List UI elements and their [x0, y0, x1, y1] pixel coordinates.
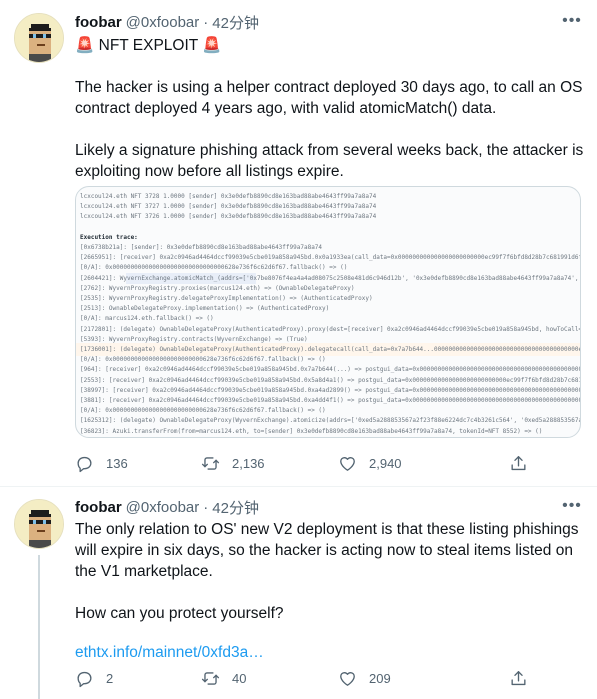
reply-count: 2 [106, 670, 114, 686]
punk-avatar-icon [15, 14, 63, 62]
separator-dot: · [203, 498, 209, 516]
like-button[interactable]: 209 [338, 669, 391, 688]
trace-line-text: [964]: [receiver] 0xa2c0946ad4464dccf990… [80, 366, 580, 374]
tweet-link[interactable]: ethtx.info/mainnet/0xfd3a… [75, 642, 585, 663]
trace-line-text: lcxcoul24.eth NFT 3726 1.0000 [sender] 0… [80, 213, 377, 221]
trace-line-text: [1736001]: (delegate) OwnableDelegatePro… [80, 346, 580, 353]
timestamp[interactable]: 42分钟 [212, 12, 259, 33]
trace-line-text: [0/A]: marcus124.eth.fallback() => () [80, 315, 214, 323]
avatar[interactable] [14, 13, 64, 63]
trace-line-text: [0/A]: 0x0000000000000000000000000628e73… [80, 407, 326, 415]
share-icon [511, 455, 526, 470]
retweet-button[interactable]: 40 [201, 669, 246, 688]
retweet-count: 2,136 [232, 455, 265, 471]
share-button[interactable] [509, 454, 528, 473]
avatar[interactable] [14, 499, 64, 549]
trace-line-text: Execution trace: [80, 233, 138, 241]
trace-line-text: lcxcoul24.eth NFT 3727 1.0000 [sender] 0… [80, 203, 377, 211]
like-icon [340, 456, 355, 471]
tweet-paragraph: Likely a signature phishing attack from … [75, 142, 584, 180]
like-icon [340, 671, 355, 686]
reply-count: 136 [106, 455, 128, 471]
trace-line-text: [2172801]: (delegate) OwnableDelegatePro… [80, 325, 580, 333]
police-light-icon: 🚨 [75, 37, 95, 54]
user-handle[interactable]: @0xfoobar [126, 14, 200, 31]
trace-line-text: lcxcoul24.eth NFT 3728 1.0000 [sender] 0… [80, 193, 377, 200]
display-name[interactable]: foobar [75, 14, 122, 31]
trace-line-text: [0/A]: 0x0000000000000000000000000628e73… [80, 356, 326, 364]
retweet-icon [201, 456, 220, 470]
action-bar: 136 2,136 2,940 [75, 453, 535, 473]
tweet-paragraph: The only relation to OS' new V2 deployme… [75, 521, 579, 580]
display-name[interactable]: foobar [75, 499, 122, 516]
trace-line-text: [2553]: [receiver] 0xa2c0946ad4464dccf99… [80, 376, 580, 384]
media-image-trace[interactable]: lcxcoul24.eth NFT 3728 1.0000 [sender] 0… [75, 186, 581, 438]
action-bar: 2 40 209 [75, 668, 535, 688]
tweet-header: foobar @0xfoobar · 42分钟 [75, 497, 259, 517]
tweet-title-line: 🚨 NFT EXPLOIT 🚨 [75, 35, 585, 56]
trace-line-text: [2513]: OwnableDelegateProxy.implementat… [80, 305, 330, 313]
tweet-paragraph: How can you protect yourself? [75, 605, 284, 622]
tweet-paragraph: The hacker is using a helper contract de… [75, 79, 583, 117]
like-count: 2,940 [369, 455, 402, 471]
trace-line-text: [1625312]: (delegate) OwnableDelegatePro… [80, 417, 580, 425]
trace-line-text: [36823]: Azuki.transferFrom(from=marcus1… [80, 427, 543, 435]
timestamp[interactable]: 42分钟 [212, 497, 259, 518]
trace-line-text: [2665951]: [receiver] 0xa2c0946ad4464dcc… [80, 254, 580, 262]
more-dots-icon[interactable]: ••• [561, 496, 583, 516]
trace-line-text: [38997]: [receiver] 0xa2c0946ad4464dccf9… [80, 386, 580, 394]
tweet-title: NFT EXPLOIT [98, 37, 198, 54]
tweet-text: 🚨 NFT EXPLOIT 🚨 [75, 35, 585, 56]
trace-line-text: [2535]: WyvernProxyRegistry.delegateProx… [80, 295, 373, 302]
share-icon [511, 670, 526, 685]
reply-icon [77, 456, 92, 472]
tweet-header: foobar @0xfoobar · 42分钟 [75, 12, 259, 32]
user-handle[interactable]: @0xfoobar [126, 499, 200, 516]
trace-line-text: [5393]: WyvernProxyRegistry.contracts(Wy… [80, 335, 308, 343]
separator-dot: · [203, 13, 209, 31]
reply-button[interactable]: 136 [75, 454, 128, 473]
retweet-icon [201, 671, 220, 685]
trace-line-text: [3881]: [receiver] 0xa2c0946ad4464dccf99… [80, 397, 580, 404]
trace-line: [23743]: Azuki.transferFrom(from=marcus1… [76, 435, 580, 437]
share-button[interactable] [509, 669, 528, 688]
trace-line-text: [2604421]: WyvernExchange.atomicMatch_(a… [80, 274, 580, 282]
reply-button[interactable]: 2 [75, 669, 113, 688]
more-dots-icon[interactable]: ••• [561, 11, 583, 31]
tweet-2[interactable]: foobar @0xfoobar · 42分钟 ••• The only rel… [0, 487, 597, 699]
tweet-1[interactable]: foobar @0xfoobar · 42分钟 ••• 🚨 NFT EXPLOI… [0, 0, 597, 487]
thread-line [38, 555, 40, 699]
trace-line-text: [0/A]: 0x0000000000000000000000000000000… [80, 264, 348, 272]
like-button[interactable]: 2,940 [338, 454, 402, 473]
reply-icon [77, 671, 92, 687]
retweet-count: 40 [232, 670, 247, 686]
punk-avatar-icon [15, 500, 63, 548]
like-count: 209 [369, 670, 391, 686]
trace-line-text: [2762]: WyvernProxyRegistry.proxies(marc… [80, 284, 355, 292]
retweet-button[interactable]: 2,136 [201, 454, 265, 473]
police-light-icon: 🚨 [202, 37, 222, 54]
trace-line-text: [0x6738b21a]: [sender]: 0x3e0defb8890cd8… [80, 244, 323, 251]
